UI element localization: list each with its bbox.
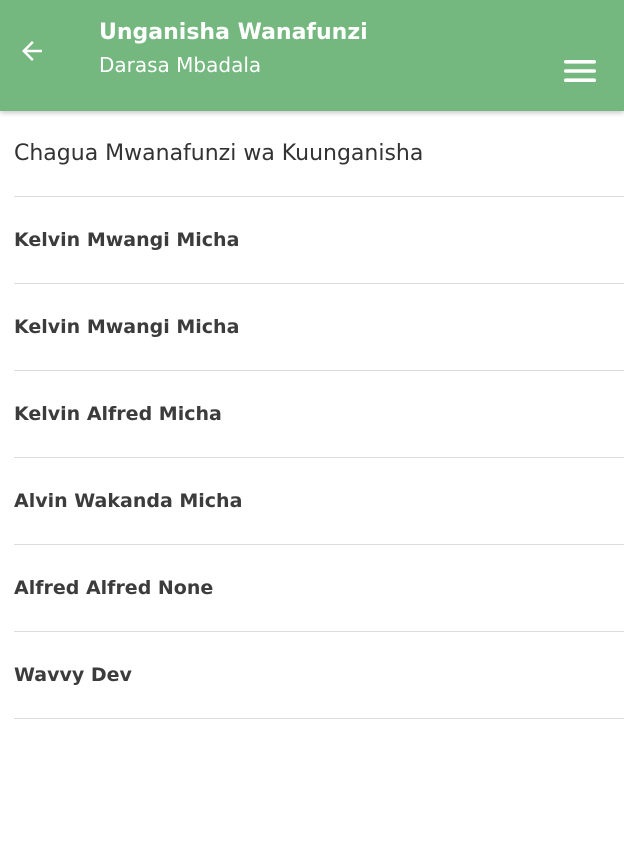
student-list-item[interactable]: Kelvin Mwangi Micha xyxy=(14,197,624,284)
section-heading: Chagua Mwanafunzi wa Kuunganisha xyxy=(14,111,624,197)
main-content: Chagua Mwanafunzi wa Kuunganisha Kelvin … xyxy=(0,111,624,719)
menu-button[interactable] xyxy=(560,55,600,87)
student-list-item[interactable]: Wavvy Dev xyxy=(14,632,624,719)
app-bar: Unganisha Wanafunzi Darasa Mbadala xyxy=(0,0,624,111)
student-list-item[interactable]: Kelvin Alfred Micha xyxy=(14,371,624,458)
student-list-item[interactable]: Kelvin Mwangi Micha xyxy=(14,284,624,371)
hamburger-menu-icon xyxy=(564,60,596,82)
page-subtitle: Darasa Mbadala xyxy=(99,53,262,77)
student-list-item[interactable]: Alfred Alfred None xyxy=(14,545,624,632)
app-bar-titles: Unganisha Wanafunzi Darasa Mbadala xyxy=(99,18,368,80)
student-list-item[interactable]: Alvin Wakanda Micha xyxy=(14,458,624,545)
student-list: Kelvin Mwangi Micha Kelvin Mwangi Micha … xyxy=(14,197,624,719)
back-button[interactable] xyxy=(16,35,48,67)
page-title: Unganisha Wanafunzi xyxy=(99,20,368,45)
arrow-left-icon xyxy=(22,41,42,61)
